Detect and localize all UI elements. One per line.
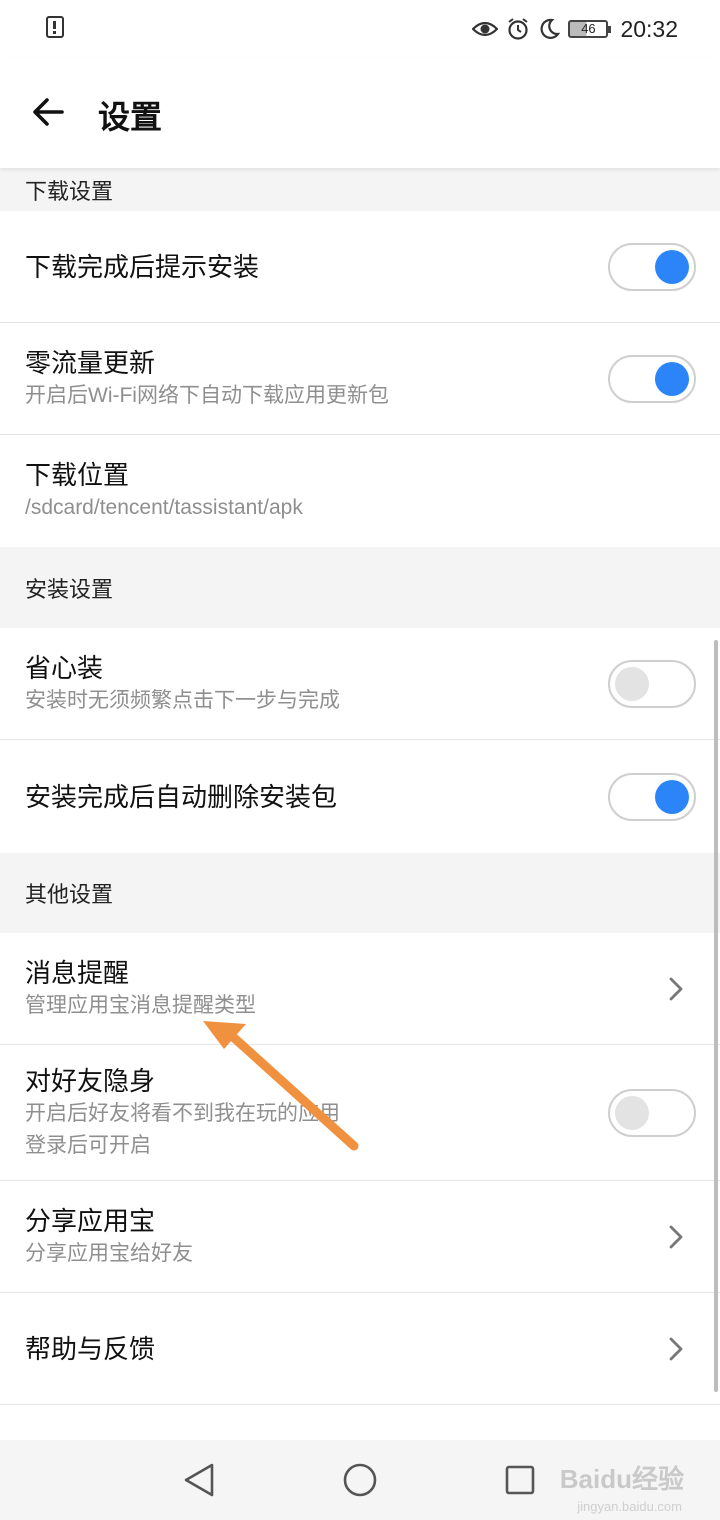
battery-icon: 46 — [568, 20, 612, 38]
easy-install-toggle[interactable] — [608, 659, 696, 708]
zero-traffic-toggle[interactable] — [608, 354, 696, 403]
setting-easy-install[interactable]: 省心装 安装时无须频繁点击下一步与完成 — [0, 628, 720, 740]
setting-title: 消息提醒 — [25, 957, 130, 988]
setting-auto-delete-package[interactable]: 安装完成后自动删除安装包 — [0, 740, 720, 853]
chevron-right-icon — [669, 1337, 683, 1360]
setting-subtitle: 管理应用宝消息提醒类型 — [25, 993, 256, 1017]
battery-level: 46 — [581, 21, 596, 36]
chevron-right-icon — [669, 1225, 683, 1248]
page-title: 设置 — [98, 99, 163, 135]
setting-message-reminder[interactable]: 消息提醒 管理应用宝消息提醒类型 — [0, 933, 720, 1045]
watermark-url: jingyan.baidu.com — [577, 1499, 682, 1514]
hide-from-friends-toggle[interactable] — [608, 1088, 696, 1137]
status-icons: 46 20:32 — [472, 14, 678, 44]
setting-share-app[interactable]: 分享应用宝 分享应用宝给好友 — [0, 1181, 720, 1293]
setting-subtitle-note: 登录后可开启 — [25, 1133, 151, 1157]
nav-recents-icon[interactable] — [500, 1460, 540, 1500]
settings-list[interactable]: 下载设置 下载完成后提示安装 零流量更新 开启后Wi-Fi网络下自动下载应用更新… — [0, 168, 720, 1440]
section-header-install: 安装设置 — [0, 547, 720, 628]
setting-subtitle: /sdcard/tencent/tassistant/apk — [25, 496, 303, 519]
status-bar: 46 20:32 — [0, 0, 720, 58]
clock: 20:32 — [620, 15, 678, 42]
app-bar: 设置 — [0, 58, 720, 168]
setting-title: 帮助与反馈 — [25, 1333, 156, 1364]
section-header-download: 下载设置 — [0, 168, 720, 211]
watermark-logo: Baidu经验 — [559, 1464, 684, 1494]
section-header-other: 其他设置 — [0, 853, 720, 933]
setting-zero-traffic-update[interactable]: 零流量更新 开启后Wi-Fi网络下自动下载应用更新包 — [0, 323, 720, 435]
scrollbar[interactable] — [714, 640, 718, 1392]
setting-title: 下载位置 — [25, 460, 130, 490]
navigation-bar: Baidu经验 jingyan.baidu.com — [0, 1440, 720, 1520]
nav-home-icon[interactable] — [340, 1460, 380, 1500]
setting-subtitle: 分享应用宝给好友 — [25, 1241, 193, 1265]
install-prompt-toggle[interactable] — [608, 242, 696, 291]
setting-install-prompt[interactable]: 下载完成后提示安装 — [0, 211, 720, 323]
sim-alert-icon — [46, 16, 64, 38]
alarm-icon — [508, 18, 529, 40]
back-arrow-icon[interactable] — [28, 92, 68, 132]
setting-title: 对好友隐身 — [25, 1065, 156, 1096]
nav-back-icon[interactable] — [180, 1460, 220, 1500]
chevron-right-icon — [669, 977, 683, 1000]
setting-download-location[interactable]: 下载位置 /sdcard/tencent/tassistant/apk — [0, 435, 720, 547]
setting-hide-from-friends[interactable]: 对好友隐身 开启后好友将看不到我在玩的应用 登录后可开启 — [0, 1045, 720, 1181]
setting-help-feedback[interactable]: 帮助与反馈 — [0, 1293, 720, 1405]
setting-title: 分享应用宝 — [25, 1205, 156, 1236]
moon-icon — [541, 18, 561, 39]
eye-icon — [472, 21, 499, 37]
auto-delete-toggle[interactable] — [608, 772, 696, 821]
